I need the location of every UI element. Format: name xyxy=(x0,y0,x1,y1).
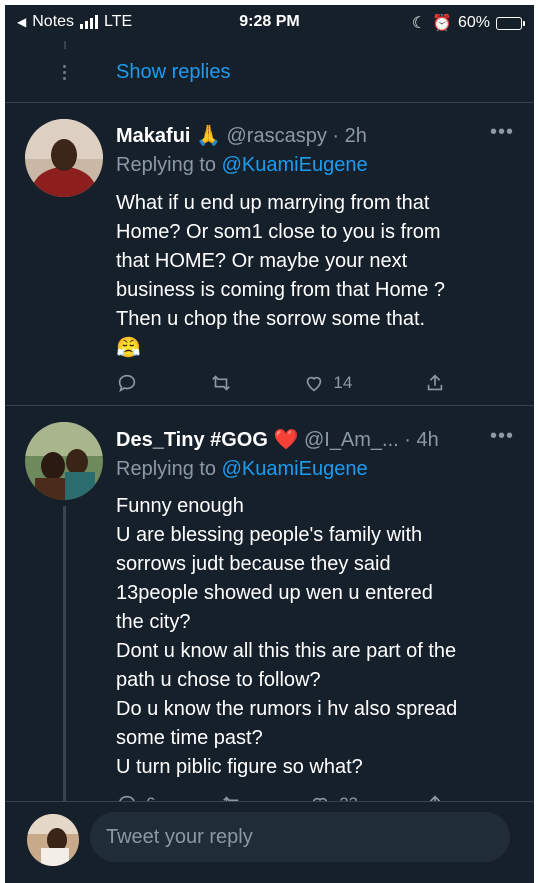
tweet[interactable]: Des_Tiny #GOG ❤️ @I_Am_... · 4h ••• Repl… xyxy=(5,406,534,814)
replying-prefix: Replying to xyxy=(116,154,217,176)
moon-icon: ☾ xyxy=(411,15,427,32)
retweet-button[interactable] xyxy=(210,372,232,394)
tweet[interactable]: Makafui 🙏 @rascaspy · 2h ••• Replying to… xyxy=(5,103,534,405)
replying-to: Replying to @KuamiEugene xyxy=(116,154,368,177)
reply-icon xyxy=(118,374,136,393)
tweet-line: U are blessing people's family with xyxy=(116,524,423,546)
tweet-line: Dont u know all this this are part of th… xyxy=(116,640,457,662)
tweet-line: Home? Or som1 close to you is from xyxy=(116,221,441,243)
tweet-line: path u chose to follow? xyxy=(116,669,321,691)
status-bar: ◀ Notes LTE 9:28 PM ☾ ⏰ 60% xyxy=(5,5,534,41)
reply-composer xyxy=(5,801,534,883)
name-emoji: 🙏 xyxy=(196,125,221,147)
tweet-line: Do u know the rumors i hv also spread xyxy=(116,698,458,720)
my-avatar[interactable] xyxy=(27,814,79,866)
display-name[interactable]: Makafui xyxy=(116,125,190,147)
retweet-icon xyxy=(211,375,230,391)
tweet-line: sorrows judt because they said xyxy=(116,553,391,575)
tweet-line: business is coming from that Home ? xyxy=(116,279,446,301)
reply-input[interactable] xyxy=(90,812,510,862)
tweet-header: Des_Tiny #GOG ❤️ @I_Am_... · 4h xyxy=(116,427,514,452)
show-replies-row[interactable]: Show replies xyxy=(5,41,534,103)
battery-icon xyxy=(496,16,525,30)
share-button[interactable] xyxy=(424,372,446,394)
tweet-line: some time past? xyxy=(116,727,263,749)
user-handle[interactable]: @rascaspy xyxy=(227,125,327,147)
replying-handle[interactable]: @KuamiEugene xyxy=(222,154,368,176)
more-options-icon[interactable]: ••• xyxy=(490,425,514,448)
more-options-icon[interactable]: ••• xyxy=(490,121,514,144)
twitter-thread-screen: ◀ Notes LTE 9:28 PM ☾ ⏰ 60% Show replies xyxy=(5,5,534,883)
like-button[interactable]: 14 xyxy=(303,372,352,394)
replying-prefix: Replying to xyxy=(116,458,217,480)
tweet-time: · 4h xyxy=(404,429,439,451)
user-handle[interactable]: @I_Am_... xyxy=(304,429,399,451)
tweet-line: the city? xyxy=(116,611,191,633)
tweet-line: U turn piblic figure so what? xyxy=(116,756,363,778)
tweet-line: Then u chop the sorrow some that. xyxy=(116,308,426,330)
replying-to: Replying to @KuamiEugene xyxy=(116,458,368,481)
name-emoji: ❤️ xyxy=(273,429,299,451)
show-replies-link[interactable]: Show replies xyxy=(116,61,231,84)
tweet-line: Funny enough xyxy=(116,495,244,517)
tweet-emoji: 😤 xyxy=(116,337,141,359)
avatar[interactable] xyxy=(25,119,103,197)
tweet-time: · 2h xyxy=(332,125,367,147)
thread-line xyxy=(63,506,66,801)
tweet-actions: 14 xyxy=(116,368,446,398)
battery-percent: 60% xyxy=(457,14,490,31)
avatar[interactable] xyxy=(25,422,103,500)
like-count: 14 xyxy=(333,373,353,392)
status-right: ☾ ⏰ 60% xyxy=(411,13,525,33)
tweet-header: Makafui 🙏 @rascaspy · 2h xyxy=(116,123,514,148)
tweet-text: Funny enough U are blessing people's fam… xyxy=(116,492,514,782)
share-icon xyxy=(427,374,443,391)
reply-button[interactable] xyxy=(116,372,138,394)
tweet-line: that HOME? Or maybe your next xyxy=(116,250,408,272)
thread-dots-icon xyxy=(63,65,67,80)
thread-connector xyxy=(64,41,66,49)
tweet-text: What if u end up marrying from that Home… xyxy=(116,189,514,363)
heart-icon xyxy=(307,376,322,392)
alarm-icon: ⏰ xyxy=(432,15,452,32)
tweet-line: What if u end up marrying from that xyxy=(116,192,430,214)
tweet-line: 13people showed up wen u entered xyxy=(116,582,433,604)
display-name[interactable]: Des_Tiny #GOG xyxy=(116,429,268,451)
replying-handle[interactable]: @KuamiEugene xyxy=(222,458,368,480)
